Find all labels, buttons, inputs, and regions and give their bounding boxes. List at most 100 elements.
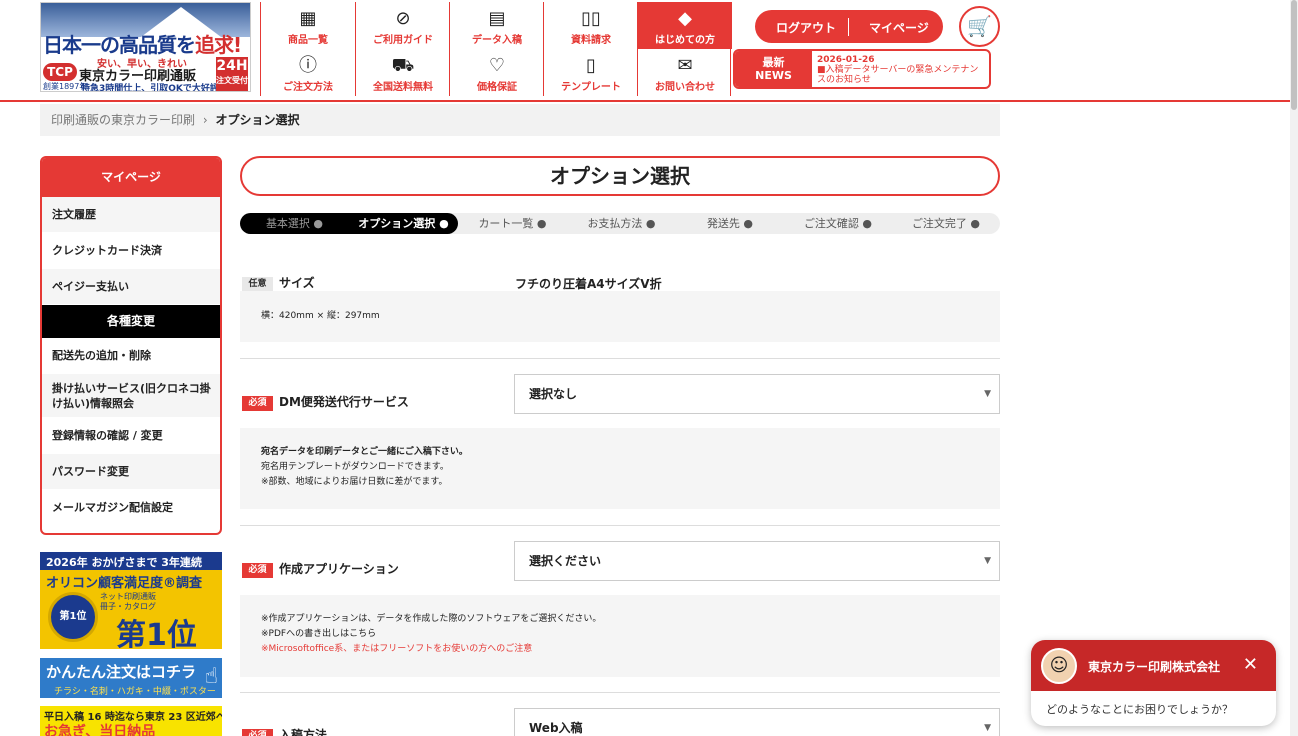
info-text: 横：420mm × 縦：297mm (261, 311, 380, 321)
oricon-banner[interactable]: 2026年 おかげさまで 3年連続 オリコン顧客満足度®調査 第1位 ネット印刷… (40, 552, 222, 649)
nav-column-2: ⊘ ご利用ガイド ⛟ 全国送料無料 (355, 2, 449, 96)
page-scrollbar[interactable] (1290, 0, 1298, 736)
upload-method-select[interactable]: Web入稿 ▼ (514, 708, 1000, 736)
chat-widget[interactable]: ☺ 東京カラー印刷株式会社 ✕ どのようなことにお困りでしょうか？ (1031, 640, 1276, 726)
sidebar-item-credit-card[interactable]: クレジットカード決済 (42, 233, 220, 269)
account-divider (848, 18, 849, 36)
option-size-info: 横：420mm × 縦：297mm (240, 291, 1000, 342)
nav-column-3: ▤ データ入稿 ♡ 価格保証 (449, 2, 543, 96)
chat-message[interactable]: どのようなことにお困りでしょうか？ (1046, 701, 1233, 717)
step-basic: 基本選択 ● (240, 213, 349, 234)
required-badge: 必須 (242, 396, 273, 411)
cart-icon[interactable]: 🛒 (959, 6, 1000, 47)
logo-mark: TCP (43, 63, 77, 81)
nav-data-upload[interactable]: ▤ データ入稿 (450, 2, 544, 49)
step-complete: ご注文完了 ● (911, 217, 981, 230)
news-ticker[interactable]: 最新 NEWS 2026-01-26 ■入稿データサーバーの緊急メンテナンスのお知… (733, 49, 991, 89)
nav-price-guarantee[interactable]: ♡ 価格保証 (450, 49, 544, 96)
nav-guide[interactable]: ⊘ ご利用ガイド (356, 2, 450, 49)
divider (240, 692, 1000, 693)
info-text: 宛名データを印刷データとご一緒にご入稿下さい。 (261, 447, 468, 457)
application-select[interactable]: 選択ください ▼ (514, 541, 1000, 581)
site-logo[interactable]: 日本一の高品質を追求! 安い、早い、きれい TCP 東京カラー印刷通販 創業18… (40, 2, 251, 92)
same-day-banner[interactable]: 平日入稿 16 時迄なら東京 23 区近郊へ! お急ぎ、当日納品 (40, 706, 222, 736)
sidebar-item-registration-info[interactable]: 登録情報の確認 / 変更 (42, 418, 220, 454)
option-dm-info: 宛名データを印刷データとご一緒にご入稿下さい。 宛名用テンプレートがダウンロード… (240, 428, 1000, 509)
banner-text: 2026年 おかげさまで 3年連続 (46, 556, 202, 569)
optional-badge: 任意 (242, 277, 273, 292)
nav-column-4: ▯▯ 資料請求 ▯ テンプレート (543, 2, 637, 96)
mypage-button[interactable]: マイページ (869, 19, 929, 36)
sidebar-item-shipping-address[interactable]: 配送先の追加・削除 (42, 338, 220, 374)
info-text: ※作成アプリケーションは、データを作成した際のソフトウェアをご選択ください。 (261, 614, 602, 624)
option-size-label: 任意 サイズ (242, 274, 315, 292)
medal-icon: 第1位 (48, 592, 98, 642)
nav-contact[interactable]: ✉ お問い合わせ (638, 49, 732, 96)
nav-column-1: ▦ 商品一覧 ⓘ ご注文方法 (260, 2, 354, 96)
option-dm-label: 必須 DM便発送代行サービス (242, 393, 409, 411)
step-confirm: ご注文確認 ● (803, 217, 873, 230)
grid-icon: ▦ (299, 8, 317, 29)
breadcrumb-separator: › (202, 113, 208, 127)
chevron-down-icon: ▼ (984, 723, 991, 733)
logout-button[interactable]: ログアウト (776, 19, 836, 36)
nav-column-5: ◆ はじめての方 ✉ お問い合わせ (637, 2, 732, 96)
banner-text: ネット印刷通販 冊子・カタログ (100, 592, 156, 611)
select-value: Web入稿 (529, 721, 583, 735)
close-icon[interactable]: ✕ (1243, 654, 1258, 675)
banner-text: チラシ・名刺・ハガキ・中綴・ポスター (54, 687, 216, 697)
step-shipping: 発送先 ● (706, 217, 754, 230)
handshake-icon: ♡ (488, 55, 506, 76)
sidebar-title: マイページ (42, 158, 220, 197)
logo-catchphrase: 日本一の高品質を追求! (43, 33, 242, 57)
option-app-info: ※作成アプリケーションは、データを作成した際のソフトウェアをご選択ください。 ※… (240, 595, 1000, 677)
sidebar-item-order-history[interactable]: 注文履歴 (42, 197, 220, 233)
dm-service-select[interactable]: 選択なし ▼ (514, 374, 1000, 414)
banner-text: かんたん注文はコチラ (46, 663, 197, 681)
step-cart: カート一覧 ● (478, 217, 547, 230)
pointer-hand-icon: ☝ (204, 664, 218, 689)
divider (240, 525, 1000, 526)
nav-order-method[interactable]: ⓘ ご注文方法 (261, 49, 355, 96)
nav-first-time[interactable]: ◆ はじめての方 (638, 2, 732, 49)
easy-order-banner[interactable]: かんたん注文はコチラ チラシ・名刺・ハガキ・中綴・ポスター ☝ (40, 658, 222, 698)
divider (240, 358, 1000, 359)
news-tag: 最新 NEWS (735, 51, 812, 87)
scrollbar-thumb[interactable] (1291, 0, 1297, 110)
order-progress-steps: 基本選択 ● オプション選択 ● カート一覧 ● お支払方法 ● 発送先 ● ご… (240, 213, 1000, 234)
truck-icon: ⛟ (391, 55, 415, 76)
document-icon: ▤ (488, 8, 506, 29)
breadcrumb: 印刷通販の東京カラー印刷 › オプション選択 (40, 104, 1000, 136)
pdf-export-link[interactable]: ※PDFへの書き出しはこちら (261, 627, 1000, 642)
banner-text: お急ぎ、当日納品 (44, 724, 156, 736)
banner-rank: 第1位 (116, 618, 197, 649)
breadcrumb-home[interactable]: 印刷通販の東京カラー印刷 (51, 113, 195, 127)
nav-products[interactable]: ▦ 商品一覧 (261, 2, 355, 49)
banner-text: オリコン顧客満足度®調査 (46, 576, 203, 591)
microsoft-office-notice-link[interactable]: ※Microsoftoffice系、またはフリーソフトをお使いの方へのご注意 (261, 642, 1000, 657)
sidebar-item-password[interactable]: パスワード変更 (42, 454, 220, 490)
book-icon: ▯▯ (581, 8, 601, 29)
option-app-label: 必須 作成アプリケーション (242, 560, 399, 578)
sidebar-item-payeasy[interactable]: ペイジー支払い (42, 269, 220, 305)
avatar: ☺ (1041, 648, 1077, 684)
sidebar-item-newsletter[interactable]: メールマガジン配信設定 (42, 490, 220, 526)
nav-request-materials[interactable]: ▯▯ 資料請求 (544, 2, 638, 49)
logo-24h-badge: 24H 注文受付 (216, 57, 248, 91)
sidebar-section-changes: 各種変更 (42, 305, 220, 338)
chat-company-name: 東京カラー印刷株式会社 (1088, 660, 1221, 674)
sidebar-item-deferred-payment[interactable]: 掛け払いサービス(旧クロネコ掛け払い)情報照会 (42, 374, 220, 418)
select-value: 選択ください (529, 554, 602, 568)
info-icon: ⓘ (299, 55, 317, 76)
nav-free-shipping[interactable]: ⛟ 全国送料無料 (356, 49, 450, 96)
chevron-down-icon: ▼ (984, 389, 991, 399)
step-payment: お支払方法 ● (587, 217, 656, 230)
compass-icon: ⊘ (395, 8, 411, 29)
account-buttons: ログアウト マイページ (755, 10, 943, 43)
nav-templates[interactable]: ▯ テンプレート (544, 49, 638, 96)
news-date: 2026-01-26 (817, 55, 875, 65)
breadcrumb-current: オプション選択 (215, 113, 300, 127)
option-upload-label: 必須 入稿方法 (242, 726, 327, 736)
required-badge: 必須 (242, 563, 273, 578)
news-text[interactable]: ■入稿データサーバーの緊急メンテナンスのお知らせ (817, 65, 987, 85)
